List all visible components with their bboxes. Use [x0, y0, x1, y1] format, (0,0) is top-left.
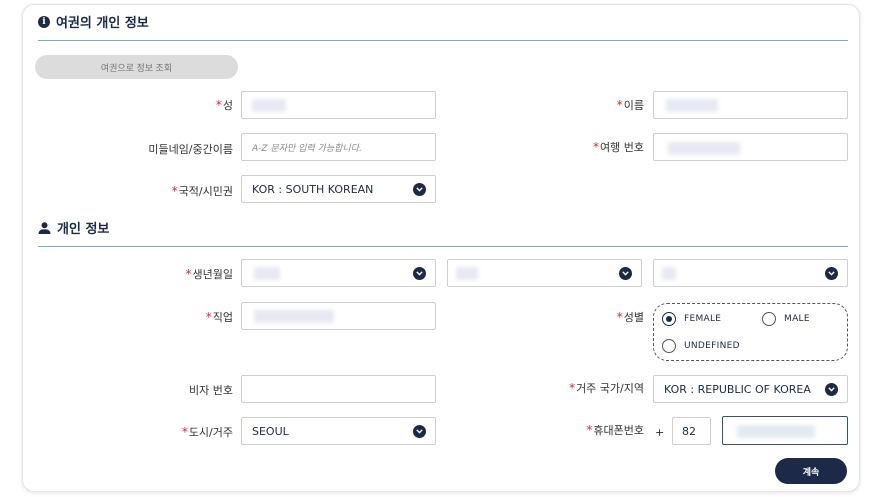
- info-icon: i: [38, 15, 50, 28]
- given-name-label: *이름: [616, 98, 644, 112]
- personal-section-title-text: 개인 정보: [57, 222, 110, 237]
- masked-value: [666, 99, 718, 112]
- gender-option-male[interactable]: MALE: [762, 312, 810, 326]
- chevron-down-icon: [825, 267, 838, 280]
- city-select[interactable]: SEOUL: [241, 417, 436, 445]
- passport-number-label: *여행 번호: [593, 140, 644, 154]
- continue-button[interactable]: 계속: [775, 458, 847, 484]
- masked-value: [254, 310, 334, 323]
- middle-name-input[interactable]: A-Z 문자만 입력 가능합니다.: [241, 133, 436, 161]
- dob-month-select[interactable]: [447, 259, 642, 287]
- chevron-down-icon: [825, 383, 838, 396]
- surname-input[interactable]: [241, 91, 436, 119]
- chevron-down-icon: [413, 425, 426, 438]
- nationality-select[interactable]: KOR : SOUTH KOREAN: [241, 175, 436, 203]
- mobile-number-input[interactable]: [722, 416, 848, 445]
- passport-section-title: i 여권의 개인 정보: [38, 12, 149, 31]
- masked-value: [252, 99, 286, 112]
- dob-label: *생년월일: [185, 267, 233, 281]
- chevron-down-icon: [413, 267, 426, 280]
- masked-value: [456, 267, 478, 280]
- person-icon: [38, 221, 51, 234]
- masked-value: [668, 142, 740, 155]
- middle-name-label: 미들네임/중간이름: [148, 143, 233, 156]
- city-value: SEOUL: [252, 424, 289, 438]
- gender-label: *성별: [616, 310, 644, 324]
- occupation-input[interactable]: [241, 302, 436, 330]
- masked-value: [737, 425, 815, 438]
- nationality-value: KOR : SOUTH KOREAN: [252, 182, 374, 196]
- given-name-input[interactable]: [653, 91, 848, 119]
- passport-lookup-button[interactable]: 여권으로 정보 조회: [35, 55, 238, 79]
- radio-selected-icon[interactable]: [662, 312, 676, 326]
- masked-value: [254, 267, 280, 280]
- radio-icon[interactable]: [662, 339, 676, 353]
- dob-day-select[interactable]: [241, 259, 436, 287]
- radio-icon[interactable]: [762, 312, 776, 326]
- passport-section-divider: [38, 40, 848, 41]
- mobile-country-code-input[interactable]: 82: [672, 417, 711, 445]
- surname-label: *성: [215, 98, 233, 112]
- residence-country-select[interactable]: KOR : REPUBLIC OF KOREA: [653, 375, 848, 403]
- residence-country-label: *거주 국가/지역: [569, 381, 644, 395]
- passport-number-input[interactable]: [653, 133, 848, 161]
- masked-value: [662, 267, 676, 280]
- visa-number-input[interactable]: [241, 375, 436, 403]
- residence-country-value: KOR : REPUBLIC OF KOREA: [664, 382, 811, 396]
- visa-number-label: 비자 번호: [189, 384, 233, 397]
- city-label: *도시/거주: [181, 425, 233, 439]
- gender-option-female[interactable]: FEMALE: [662, 312, 721, 326]
- passport-section-title-text: 여권의 개인 정보: [56, 16, 149, 31]
- mobile-plus-sign: +: [655, 426, 665, 439]
- chevron-down-icon: [413, 183, 426, 196]
- chevron-down-icon: [619, 267, 632, 280]
- personal-section-title: 개인 정보: [38, 218, 109, 237]
- dob-year-select[interactable]: [653, 259, 848, 287]
- mobile-label: *휴대폰번호: [586, 423, 644, 437]
- personal-section-divider: [38, 246, 848, 247]
- gender-option-undefined[interactable]: UNDEFINED: [662, 339, 740, 353]
- nationality-label: *국적/시민권: [171, 184, 233, 198]
- occupation-label: *직업: [205, 310, 233, 324]
